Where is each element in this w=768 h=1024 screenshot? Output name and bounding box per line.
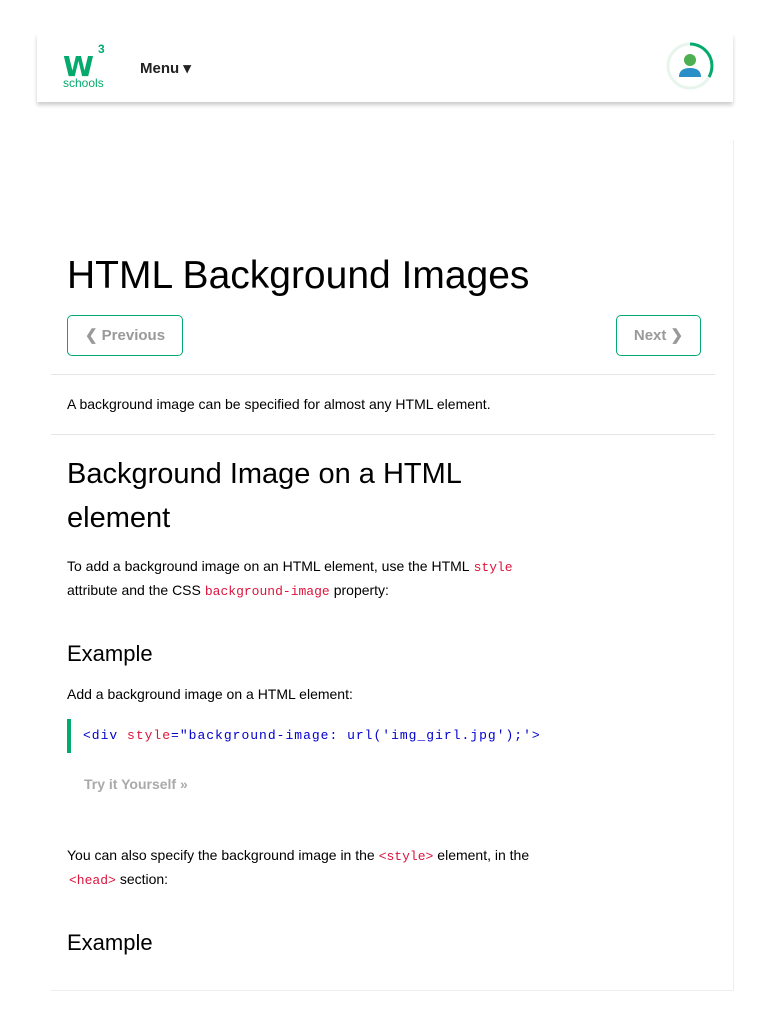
inline-code: <style> [378, 849, 434, 864]
inline-code: style [473, 560, 513, 575]
example-description: Add a background image on a HTML element… [67, 686, 353, 702]
example-heading: Example [67, 930, 153, 955]
inline-code: <head> [69, 873, 116, 888]
paragraph: You can also specify the background imag… [67, 844, 587, 892]
code-value: ="background-image: url('img_girl.jpg');… [171, 728, 541, 743]
logo-3: 3 [98, 42, 105, 56]
text: You can also specify the background imag… [67, 847, 375, 863]
text: property: [333, 582, 389, 598]
intro-text: A background image can be specified for … [67, 396, 491, 412]
divider [51, 434, 715, 435]
text: element, in the [437, 847, 530, 863]
example-heading: Example [67, 641, 153, 666]
code-example: <div style="background-image: url('img_g… [67, 719, 703, 753]
try-it-yourself-button[interactable]: Try it Yourself » [84, 776, 188, 792]
top-navbar: W 3 schools Menu ▾ [37, 34, 733, 102]
previous-button[interactable]: ❮ Previous [67, 315, 183, 356]
text: attribute and the CSS [67, 582, 201, 598]
code-attr: style [127, 728, 172, 743]
section-heading: Background Image on a HTML element [67, 458, 461, 534]
w3schools-logo[interactable]: W 3 schools [63, 42, 109, 90]
divider [51, 374, 715, 375]
next-button[interactable]: Next ❯ [616, 315, 701, 356]
main-content: HTML Background Images ❮ Previous Next ❯… [51, 140, 734, 991]
code-tag: <div [83, 728, 119, 743]
page-title: HTML Background Images [67, 254, 530, 297]
logo-schools: schools [63, 76, 104, 90]
paragraph: To add a background image on an HTML ele… [67, 555, 547, 603]
inline-code: background-image [204, 584, 330, 599]
menu-button[interactable]: Menu ▾ [140, 59, 191, 77]
user-avatar-icon[interactable] [665, 41, 715, 91]
text: section: [119, 871, 169, 887]
text: To add a background image on an HTML ele… [67, 558, 470, 574]
